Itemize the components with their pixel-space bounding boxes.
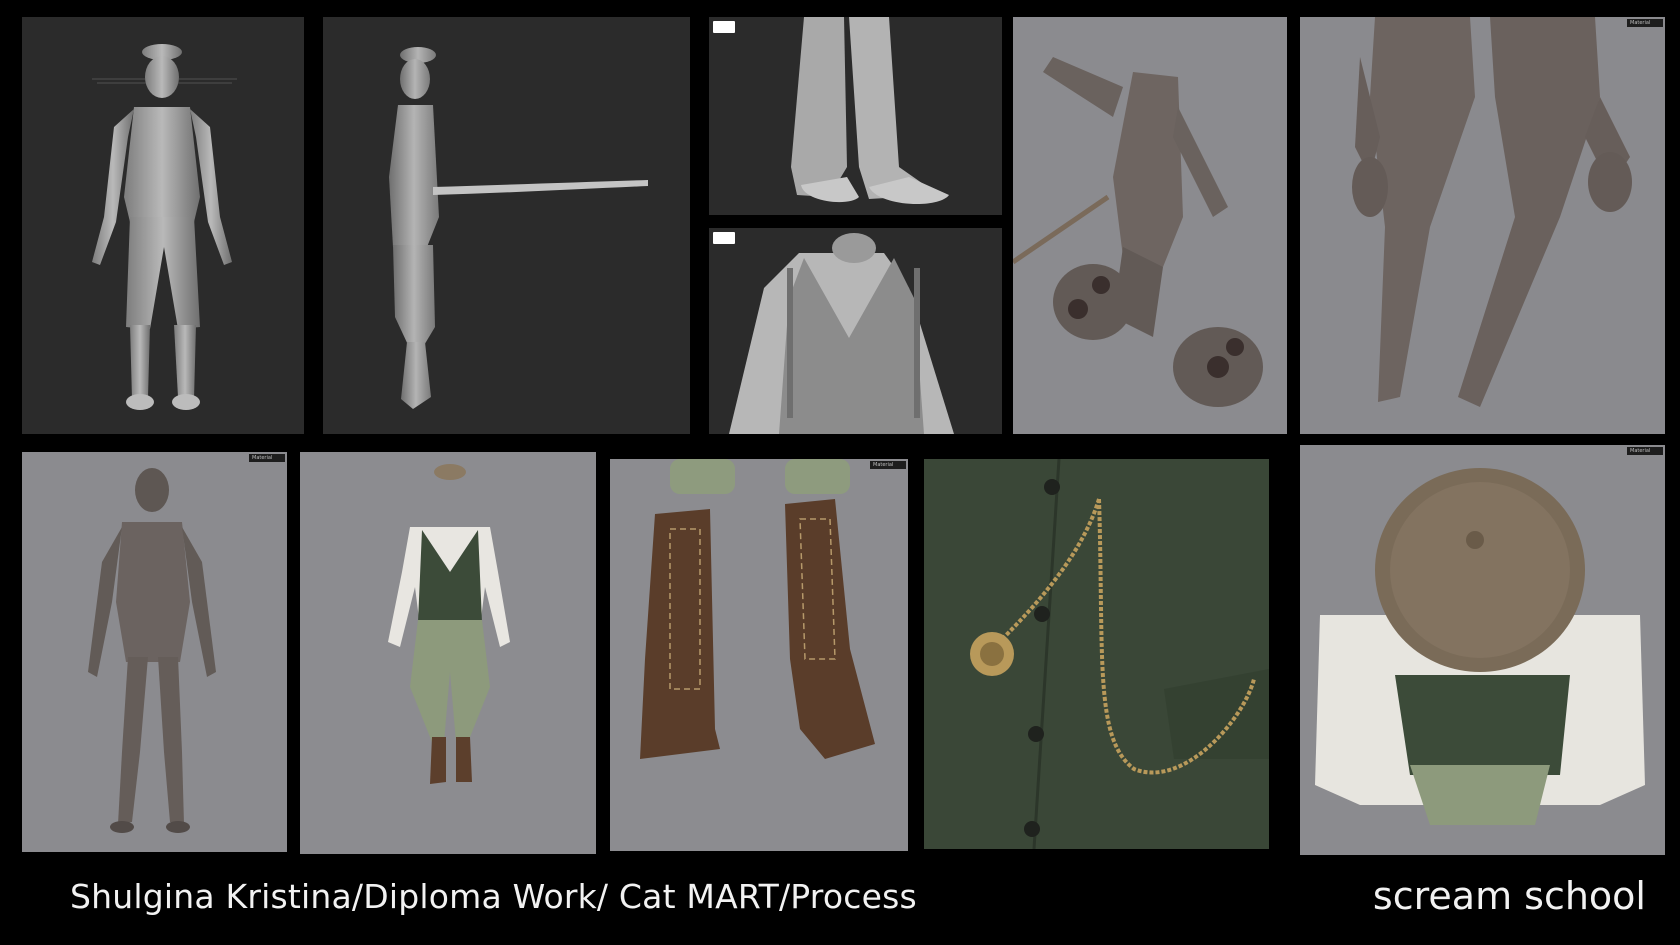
body-paws-image bbox=[1013, 17, 1287, 434]
panel-top-view: Material bbox=[1300, 445, 1665, 855]
panel-sculpt-boots bbox=[709, 17, 1002, 215]
panel-sculpt-vest bbox=[709, 228, 1002, 434]
body-legs-image bbox=[1300, 17, 1665, 434]
panel-outfit bbox=[300, 452, 596, 854]
sculpt-boots-image bbox=[709, 17, 1002, 215]
panel-boots: Material bbox=[610, 459, 908, 851]
sculpt-front-image bbox=[22, 17, 304, 434]
material-tag-top: Material bbox=[1627, 447, 1663, 455]
top-view-image bbox=[1300, 445, 1665, 855]
viewport-camera-icon-2 bbox=[713, 232, 735, 244]
caption-title: Shulgina Kristina/Diploma Work/ Cat MART… bbox=[70, 877, 917, 916]
panel-sculpt-front bbox=[22, 17, 304, 434]
body-full-image bbox=[22, 452, 287, 852]
boots-image bbox=[610, 459, 908, 851]
panel-body-paws bbox=[1013, 17, 1287, 434]
material-tag-body: Material bbox=[249, 454, 285, 462]
outfit-image bbox=[300, 452, 596, 854]
viewport-camera-icon bbox=[713, 21, 735, 33]
panel-body-full: Material bbox=[22, 452, 287, 852]
sculpt-side-image bbox=[323, 17, 690, 434]
panel-sculpt-side bbox=[323, 17, 690, 434]
panel-watch-chain bbox=[924, 459, 1269, 849]
panel-body-legs: Material bbox=[1300, 17, 1665, 434]
brand-logo-text: scream school bbox=[1372, 874, 1646, 918]
material-tag-boots: Material bbox=[870, 461, 906, 469]
material-tag-legs: Material bbox=[1627, 19, 1663, 27]
sculpt-vest-image bbox=[709, 228, 1002, 434]
watch-chain-image bbox=[924, 459, 1269, 849]
